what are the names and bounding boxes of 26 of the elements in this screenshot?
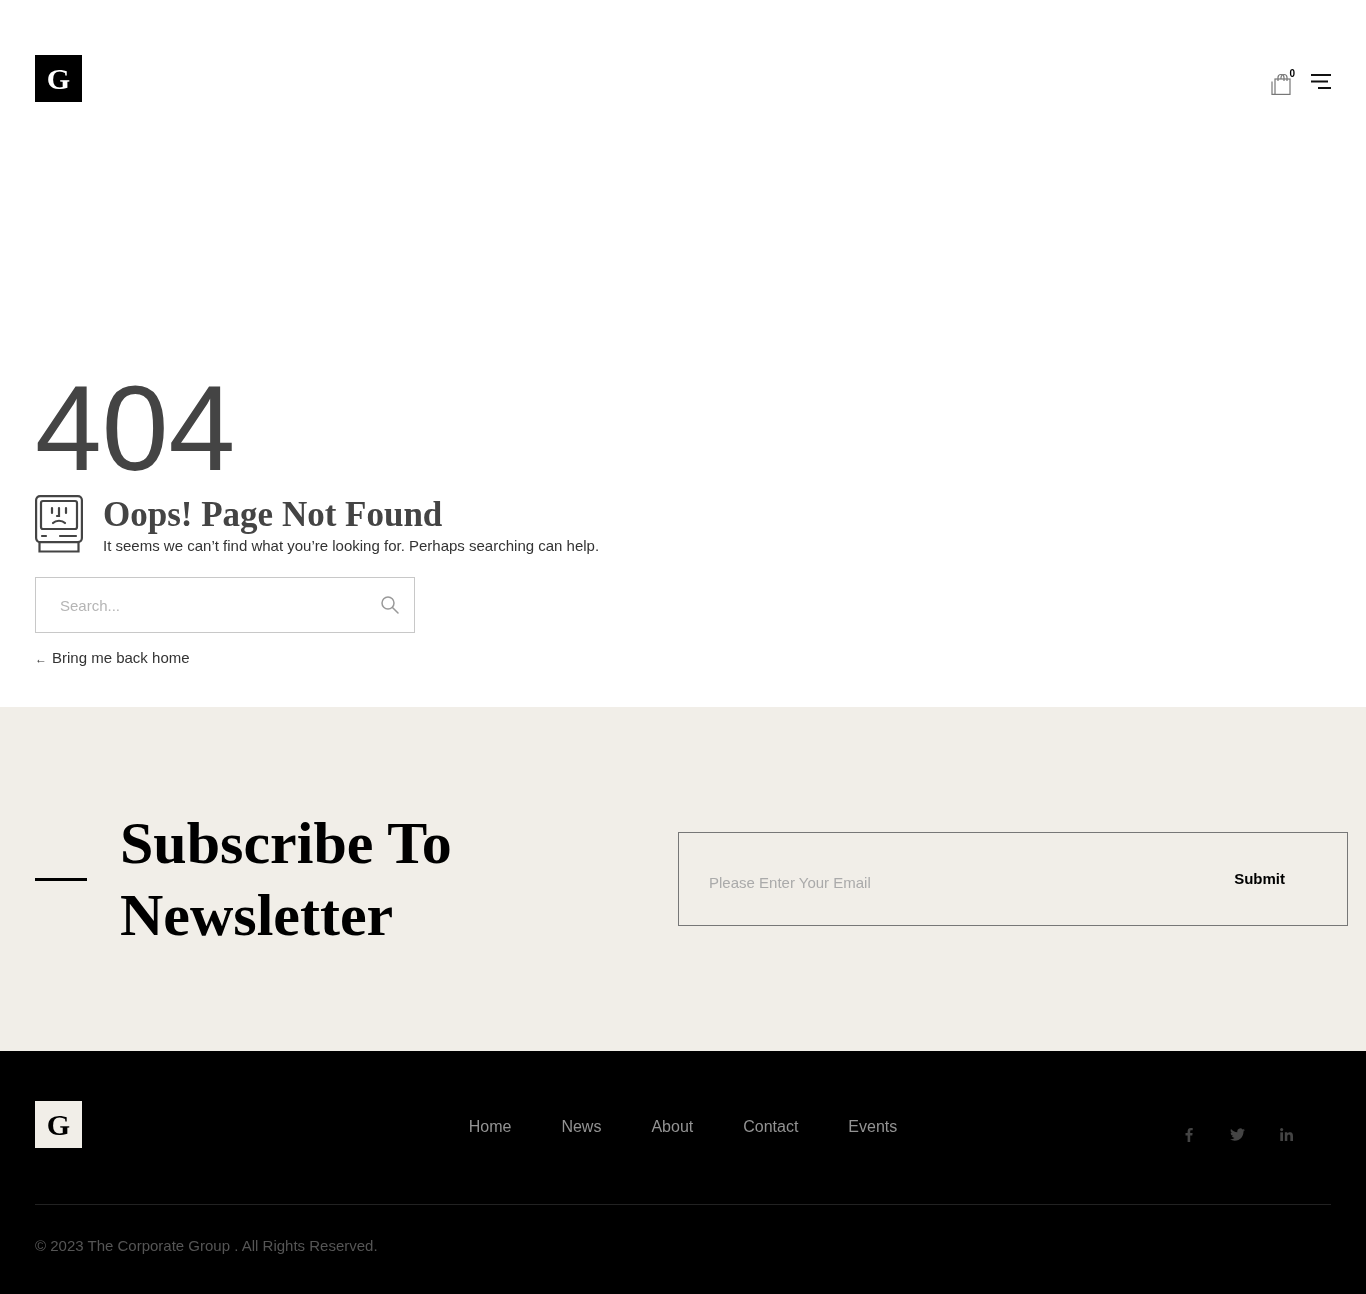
subscribe-form[interactable]: Please Enter Your Email Submit	[678, 832, 1348, 926]
error-code: 404	[35, 368, 236, 488]
cart-count: 0	[1289, 68, 1295, 79]
email-input[interactable]: Please Enter Your Email	[709, 862, 1203, 902]
footer-logo[interactable]: G	[35, 1101, 82, 1148]
page-title: Oops! Page Not Found	[103, 495, 443, 535]
nav-link[interactable]: About	[651, 1116, 694, 1138]
nav-link[interactable]: Events	[848, 1116, 898, 1138]
facebook-icon[interactable]	[1184, 1128, 1193, 1142]
linkedin-icon[interactable]	[1280, 1128, 1293, 1141]
search-field[interactable]: Search...	[35, 577, 415, 633]
nav-link[interactable]: News	[561, 1116, 602, 1138]
nav-link[interactable]: Home	[468, 1116, 512, 1138]
search-icon[interactable]	[381, 596, 399, 614]
shopping-bag-icon[interactable]	[1271, 72, 1292, 95]
nav-link[interactable]: Contact	[743, 1116, 799, 1138]
error-message: It seems we can’t find what you’re looking for. Perhaps searching can help.	[103, 536, 600, 556]
copyright: © 2023 The Corporate Group . All Rights Reserved.	[35, 1236, 378, 1256]
twitter-icon[interactable]	[1230, 1128, 1245, 1141]
submit-button[interactable]: Submit	[1202, 859, 1317, 899]
back-home-link[interactable]: ← Bring me back home	[35, 646, 190, 669]
logo[interactable]: G	[35, 55, 82, 102]
accent-line	[35, 877, 87, 881]
sad-computer-icon	[35, 495, 83, 553]
menu-icon[interactable]	[1311, 74, 1331, 89]
newsletter-title: Subscribe To Newsletter	[120, 809, 452, 950]
